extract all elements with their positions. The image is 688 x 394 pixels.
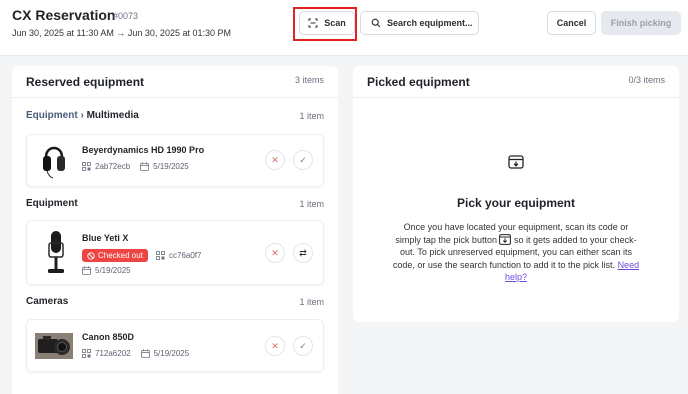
check-icon: ✓ — [299, 154, 307, 165]
finish-picking-button[interactable]: Finish picking — [601, 11, 681, 35]
pick-tray-icon — [508, 155, 524, 169]
section-title-multimedia: Equipment › Multimedia — [26, 110, 139, 121]
picked-panel-header: Picked equipment 0/3 items — [353, 66, 679, 98]
picked-equipment-panel: Picked equipment 0/3 items — [353, 66, 679, 322]
reservation-dates: Jun 30, 2025 at 11:30 AM → Jun 30, 2025 … — [12, 28, 231, 38]
search-button-label: Search equipment... — [387, 18, 473, 28]
item-date: 5/19/2025 — [153, 162, 189, 171]
item-date: 5/19/2025 — [153, 349, 190, 358]
qr-code-icon — [156, 251, 165, 260]
section-count: 1 item — [299, 297, 324, 307]
camera-image — [35, 333, 73, 359]
close-icon: ✕ — [271, 340, 279, 351]
calendar-icon — [140, 162, 150, 171]
close-icon: ✕ — [271, 247, 279, 258]
status-label: Checked out — [98, 251, 143, 260]
search-icon — [371, 18, 381, 28]
unreserve-button[interactable]: ✕ — [265, 243, 285, 263]
section-title-equipment: Equipment — [26, 198, 78, 209]
scan-button[interactable]: Scan — [299, 11, 355, 35]
section-count: 1 item — [299, 199, 324, 209]
reserved-equipment-panel: Reserved equipment 3 items Equipment › M… — [12, 66, 338, 394]
item-date: 5/19/2025 — [95, 266, 131, 275]
microphone-image — [48, 231, 64, 273]
unreserve-button[interactable]: ✕ — [265, 150, 285, 170]
reserved-panel-header: Reserved equipment 3 items — [12, 66, 338, 98]
calendar-icon — [82, 266, 91, 275]
blocked-icon — [87, 251, 95, 260]
page-title: CX Reservation — [12, 7, 116, 23]
item-code: cc76a0f7 — [169, 251, 202, 260]
scan-button-label: Scan — [324, 18, 346, 28]
section-breadcrumb: Equipment › — [26, 110, 84, 121]
headphones-image — [43, 146, 65, 179]
scan-icon — [308, 18, 318, 28]
equipment-card-beyerdynamics[interactable]: Beyerdynamics HD 1990 Pro 2ab72ecb 5/19/… — [26, 134, 324, 187]
item-name: Canon 850D — [82, 332, 135, 342]
search-equipment-button[interactable]: Search equipment... — [360, 11, 479, 35]
reservation-number: #0073 — [113, 11, 139, 21]
section-name: Multimedia — [86, 110, 139, 121]
equipment-card-blue-yeti[interactable]: Blue Yeti X Checked out cc76a0f7 5/19/20… — [26, 220, 324, 285]
unreserve-button[interactable]: ✕ — [265, 336, 285, 356]
section-title-cameras: Cameras — [26, 296, 69, 307]
pick-button[interactable]: ✓ — [293, 150, 313, 170]
close-icon: ✕ — [271, 154, 279, 165]
status-badge: Checked out — [82, 249, 148, 262]
cancel-button[interactable]: Cancel — [547, 11, 596, 35]
item-code-meta: cc76a0f7 — [156, 251, 201, 260]
item-meta: 712a6202 5/19/2025 — [82, 349, 189, 358]
pick-button-icon — [499, 233, 512, 245]
qr-code-icon — [82, 162, 91, 171]
item-name: Blue Yeti X — [82, 233, 129, 243]
top-bar: CX Reservation #0073 Jun 30, 2025 at 11:… — [0, 0, 688, 56]
check-icon: ✓ — [299, 340, 307, 351]
empty-state-title: Pick your equipment — [456, 196, 576, 210]
calendar-icon — [140, 349, 150, 358]
item-code: 2ab72ecb — [95, 162, 131, 171]
qr-code-icon — [82, 349, 91, 358]
item-name: Beyerdynamics HD 1990 Pro — [82, 145, 205, 155]
section-count: 1 item — [299, 111, 324, 121]
item-code: 712a6202 — [95, 349, 131, 358]
item-meta: 2ab72ecb 5/19/2025 — [82, 162, 189, 171]
picked-panel-title: Picked equipment — [367, 75, 470, 89]
reserved-item-count: 3 items — [294, 75, 324, 85]
item-date-meta: 5/19/2025 — [82, 266, 131, 275]
picked-item-count: 0/3 items — [628, 75, 665, 85]
reserved-panel-title: Reserved equipment — [26, 75, 145, 89]
empty-state-description: Once you have located your equipment, sc… — [392, 221, 640, 284]
swap-icon: ⇄ — [299, 247, 307, 258]
equipment-card-canon[interactable]: Canon 850D 712a6202 5/19/2025 ✕ ✓ — [26, 319, 324, 372]
pick-button[interactable]: ✓ — [293, 336, 313, 356]
swap-button[interactable]: ⇄ — [293, 243, 313, 263]
